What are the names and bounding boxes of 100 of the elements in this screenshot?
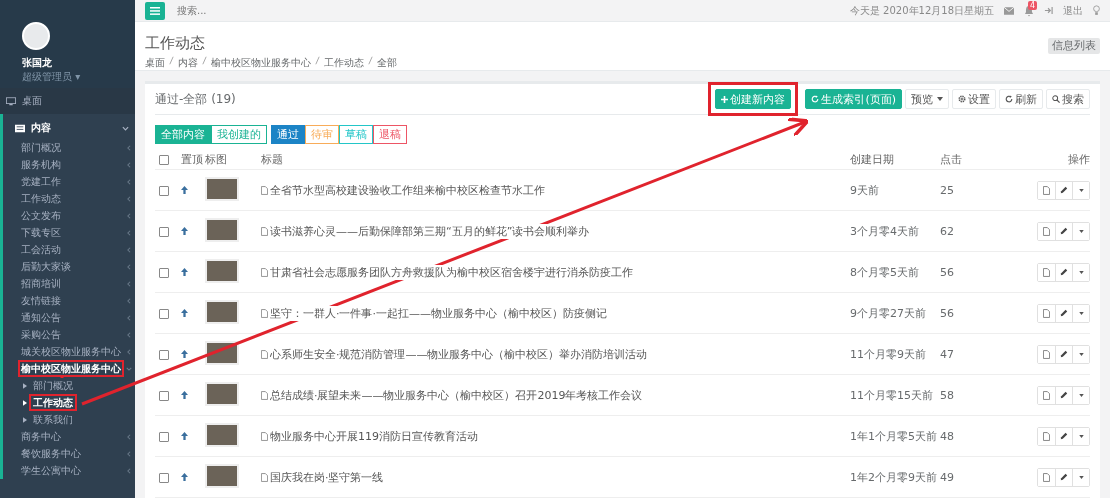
settings-icon (958, 95, 966, 103)
nav-item[interactable]: 友情链接 (19, 293, 63, 308)
nav-item[interactable]: 下载专区 (19, 225, 63, 240)
document-icon (261, 349, 268, 359)
nav-item[interactable]: 工作动态 (19, 191, 63, 206)
toolbar-button[interactable]: 创建新内容 (715, 89, 792, 109)
nav-item[interactable]: 服务机构 (19, 157, 63, 172)
toolbar-button[interactable]: 生成索引(页面) (805, 89, 902, 109)
nav-item[interactable]: 通知公告 (19, 310, 63, 325)
nav-item[interactable]: 学生公寓中心 (19, 463, 83, 478)
arrow-up-icon[interactable] (181, 472, 188, 481)
nav-item[interactable]: 餐饮服务中心 (19, 446, 83, 461)
date-cell-text: 1年1个月零5天前 (850, 428, 938, 444)
row-checkbox[interactable] (159, 185, 169, 196)
pencil-icon (1060, 186, 1068, 194)
plus-icon (721, 95, 729, 103)
breadcrumb-link[interactable]: 榆中校区物业服务中心 (211, 56, 311, 70)
status-tab[interactable]: 退稿 (373, 125, 407, 144)
arrow-up-icon[interactable] (181, 308, 188, 317)
user-role-dropdown[interactable]: 超级管理员 ▾ (22, 70, 135, 84)
document-icon (261, 267, 268, 277)
toolbar-button[interactable]: 搜索 (1046, 89, 1090, 109)
arrow-up-icon[interactable] (181, 267, 188, 276)
nav-item[interactable]: 公文发布 (19, 208, 63, 223)
nav-item[interactable]: 城关校区物业服务中心 (19, 344, 123, 359)
article-title-link[interactable]: 读书滋养心灵——后勤保障部第三期“五月的鲜花”读书会顺利举办 (270, 223, 590, 239)
clicks-cell-text: 58 (940, 388, 955, 402)
article-title-link[interactable]: 心系师生安全·规范消防管理——物业服务中心（榆中校区）举办消防培训活动 (270, 346, 648, 362)
toolbar-button[interactable]: 刷新 (999, 89, 1043, 109)
photo-placeholder (205, 300, 239, 324)
document-icon (1043, 390, 1050, 400)
nav-item[interactable]: 商务中心 (19, 429, 63, 444)
status-tab[interactable]: 通过 (271, 125, 305, 144)
nav-item[interactable]: 党建工作 (19, 174, 63, 189)
nav-item[interactable]: 部门概况 (19, 140, 63, 155)
nav-label: 内容 (31, 121, 52, 135)
breadcrumb-link[interactable]: 全部 (377, 56, 397, 70)
nav-item[interactable]: 采购公告 (19, 327, 63, 342)
caret-icon (1078, 229, 1084, 233)
bulb-icon[interactable] (1093, 5, 1100, 16)
date-cell-text: 8个月零5天前 (850, 264, 920, 280)
document-icon (261, 226, 268, 236)
photo-placeholder (205, 382, 239, 406)
arrow-up-icon[interactable] (181, 349, 188, 358)
date-cell-text: 1年2个月零9天前 (850, 469, 938, 485)
row-checkbox[interactable] (159, 267, 169, 278)
nav-item[interactable]: 榆中校区物业服务中心 (19, 361, 123, 376)
arrow-up-icon[interactable] (181, 390, 188, 399)
document-icon (261, 472, 268, 482)
envelope-icon[interactable] (1004, 6, 1014, 15)
triangle-icon (23, 399, 27, 406)
pencil-icon (1060, 350, 1068, 358)
document-icon (1043, 226, 1050, 236)
triangle-icon (23, 382, 27, 389)
nav-item[interactable]: 工作动态 (30, 395, 76, 410)
refresh-icon (811, 95, 820, 103)
arrow-up-icon[interactable] (181, 226, 188, 235)
filter-tab[interactable]: 我创建的 (211, 125, 267, 144)
date-cell-text: 3个月零4天前 (850, 223, 920, 239)
date-cell-text: 9个月零27天前 (850, 305, 927, 321)
caret-icon (1078, 393, 1084, 397)
row-checkbox[interactable] (159, 390, 169, 401)
breadcrumb-link[interactable]: 桌面 (145, 56, 165, 70)
caret-icon (1078, 434, 1084, 438)
article-title-link[interactable]: 总结成绩·展望未来——物业服务中心（榆中校区）召开2019年考核工作会议 (270, 387, 643, 403)
nav-item[interactable]: 招商培训 (19, 276, 63, 291)
pencil-icon (1060, 432, 1068, 440)
nav-item[interactable]: 工会活动 (19, 242, 63, 257)
nav-item[interactable]: 桌面 (0, 88, 135, 114)
article-title-link[interactable]: 甘肃省社会志愿服务团队方舟救援队为榆中校区宿舍楼宇进行消杀防疫工作 (270, 264, 633, 280)
filter-tab[interactable]: 全部内容 (155, 125, 211, 144)
row-checkbox[interactable] (159, 308, 169, 319)
row-checkbox[interactable] (159, 472, 169, 483)
article-title-link[interactable]: 国庆我在岗·坚守第一线 (270, 469, 384, 485)
select-all-checkbox[interactable] (159, 154, 169, 165)
menu-icon (150, 6, 160, 15)
document-icon (261, 185, 268, 195)
search-field[interactable]: 搜索... (175, 4, 840, 17)
nav-item[interactable]: 后勤大家谈 (19, 259, 73, 274)
arrow-up-icon[interactable] (181, 431, 188, 440)
nav-item[interactable]: 部门概况 (30, 378, 76, 393)
photo-placeholder (205, 464, 239, 488)
arrow-up-icon[interactable] (181, 185, 188, 194)
logout-link[interactable]: 退出 (1063, 3, 1083, 18)
article-title-link[interactable]: 物业服务中心开展119消防日宣传教育活动 (270, 428, 478, 444)
list-icon (15, 123, 25, 133)
toolbar-button[interactable]: 设置 (952, 89, 996, 109)
photo-placeholder (205, 423, 239, 447)
row-checkbox[interactable] (159, 226, 169, 237)
menu-button[interactable] (145, 1, 165, 20)
row-checkbox[interactable] (159, 431, 169, 442)
column-header: 创建日期 (850, 151, 895, 167)
user-name: 张国龙 (22, 56, 53, 70)
breadcrumb-link[interactable]: 工作动态 (324, 56, 364, 70)
article-title-link[interactable]: 全省节水型高校建设验收工作组来榆中校区检查节水工作 (270, 182, 545, 198)
breadcrumb-link[interactable]: 内容 (178, 56, 198, 70)
pencil-icon (1060, 227, 1068, 235)
article-title-link[interactable]: 坚守：一群人·一件事·一起扛——物业服务中心（榆中校区）防疫侧记 (270, 305, 607, 321)
row-checkbox[interactable] (159, 349, 169, 360)
toolbar-button[interactable]: 预览 (905, 89, 949, 109)
